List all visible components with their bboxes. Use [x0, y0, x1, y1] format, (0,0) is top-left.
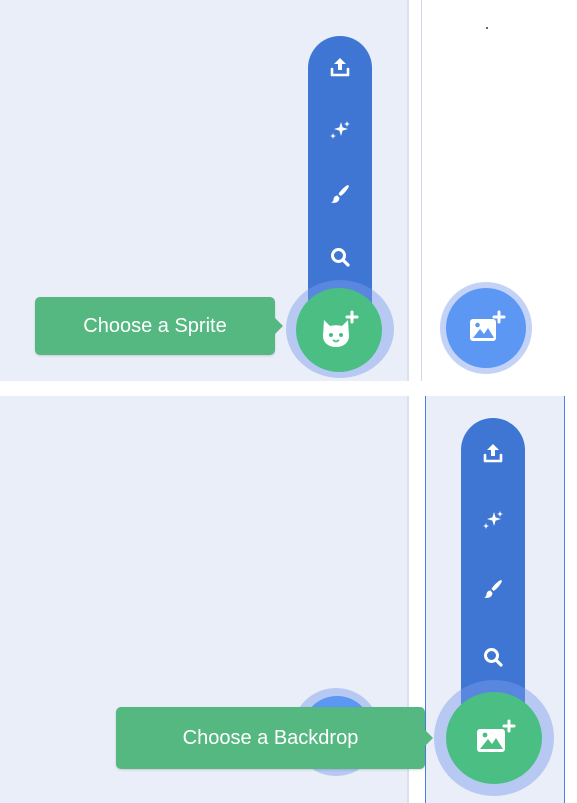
paint-backdrop-button[interactable]: [461, 566, 525, 612]
sprite-tooltip: Choose a Sprite: [35, 297, 283, 355]
backdrop-menu: [461, 418, 525, 708]
sprite-menu: [308, 36, 372, 304]
choose-backdrop-button[interactable]: [446, 692, 542, 784]
pane-divider: [407, 0, 409, 381]
image-plus-icon: [477, 719, 516, 752]
choose-sprite-button[interactable]: [296, 288, 382, 372]
upload-icon: [330, 58, 350, 77]
search-icon: [331, 248, 350, 267]
pane-divider: [421, 0, 422, 381]
choose-backdrop-button[interactable]: [446, 288, 526, 368]
tooltip-label: Choose a Backdrop: [182, 726, 359, 749]
backdrop-tooltip: Choose a Backdrop: [116, 707, 433, 769]
tooltip-arrow: [424, 729, 433, 747]
stray-mark: [486, 27, 488, 29]
image-plus-icon: [470, 310, 506, 341]
search-backdrop-button[interactable]: [461, 634, 525, 680]
surprise-sparkle-icon: [330, 121, 350, 139]
cat-plus-icon: [323, 310, 359, 347]
surprise-backdrop-button[interactable]: [461, 497, 525, 543]
surprise-sparkle-icon: [483, 511, 503, 529]
paint-sprite-button[interactable]: [308, 171, 372, 217]
surprise-sprite-button[interactable]: [308, 107, 372, 153]
search-icon: [484, 648, 503, 667]
paint-brush-icon: [484, 580, 502, 598]
upload-sprite-button[interactable]: [308, 44, 372, 90]
paint-brush-icon: [331, 185, 349, 203]
upload-backdrop-button[interactable]: [461, 430, 525, 476]
tooltip-label: Choose a Sprite: [83, 314, 227, 337]
backdrop-chooser-panel: Choose a Backdrop: [0, 396, 577, 803]
upload-icon: [483, 444, 503, 463]
sprite-chooser-panel: Choose a Sprite: [0, 0, 577, 381]
tooltip-arrow: [274, 317, 283, 335]
search-sprite-button[interactable]: [308, 234, 372, 280]
